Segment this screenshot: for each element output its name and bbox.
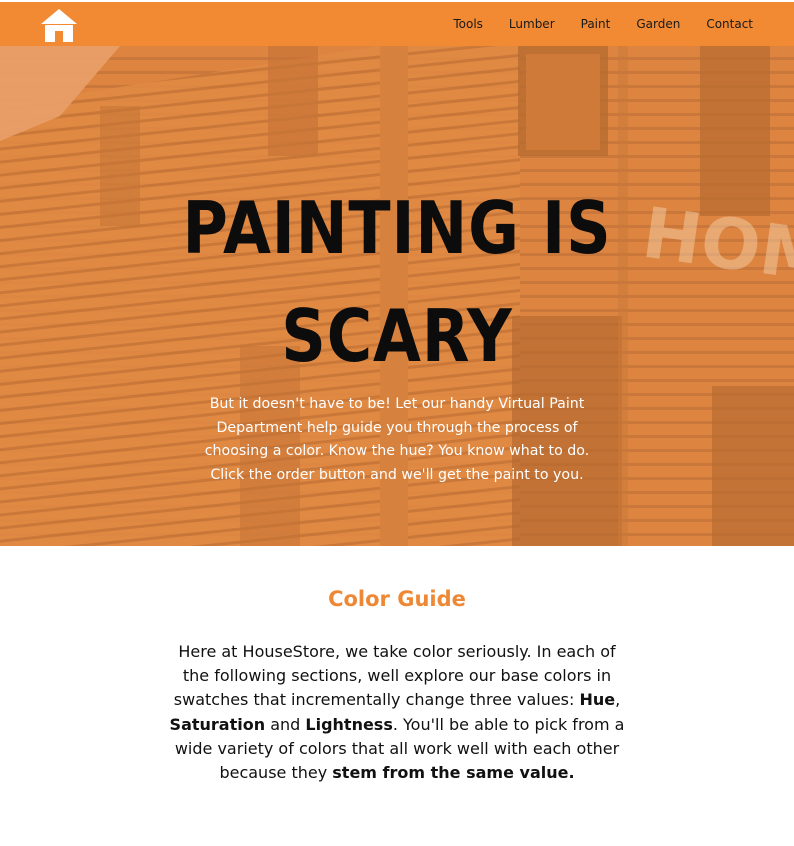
hero-title: PAINTING IS SCARY bbox=[182, 186, 612, 378]
navbar: Tools Lumber Paint Garden Contact bbox=[0, 2, 794, 46]
house-logo[interactable] bbox=[40, 8, 78, 44]
nav-links: Tools Lumber Paint Garden Contact bbox=[453, 2, 753, 46]
house-icon bbox=[41, 9, 77, 42]
guide-text-1: Here at HouseStore, we take color seriou… bbox=[173, 642, 616, 710]
nav-contact[interactable]: Contact bbox=[706, 17, 753, 31]
nav-garden[interactable]: Garden bbox=[636, 17, 680, 31]
hero-description: But it doesn't have to be! Let our handy… bbox=[204, 396, 590, 483]
guide-and: and bbox=[265, 714, 306, 734]
nav-lumber[interactable]: Lumber bbox=[509, 17, 555, 31]
guide-saturation: Saturation bbox=[169, 714, 266, 734]
nav-tools[interactable]: Tools bbox=[453, 17, 483, 31]
hero-section: HOM PAINTING IS SCARY But it doesn't hav… bbox=[0, 46, 794, 546]
guide-emphasis: stem from the same value. bbox=[332, 763, 575, 783]
guide-sep-1: , bbox=[615, 690, 621, 710]
nav-paint[interactable]: Paint bbox=[581, 17, 611, 31]
color-guide-title: Color Guide bbox=[328, 587, 466, 611]
guide-lightness: Lightness bbox=[305, 714, 393, 734]
color-guide-description: Here at HouseStore, we take color seriou… bbox=[167, 640, 627, 785]
guide-hue: Hue bbox=[579, 690, 616, 710]
